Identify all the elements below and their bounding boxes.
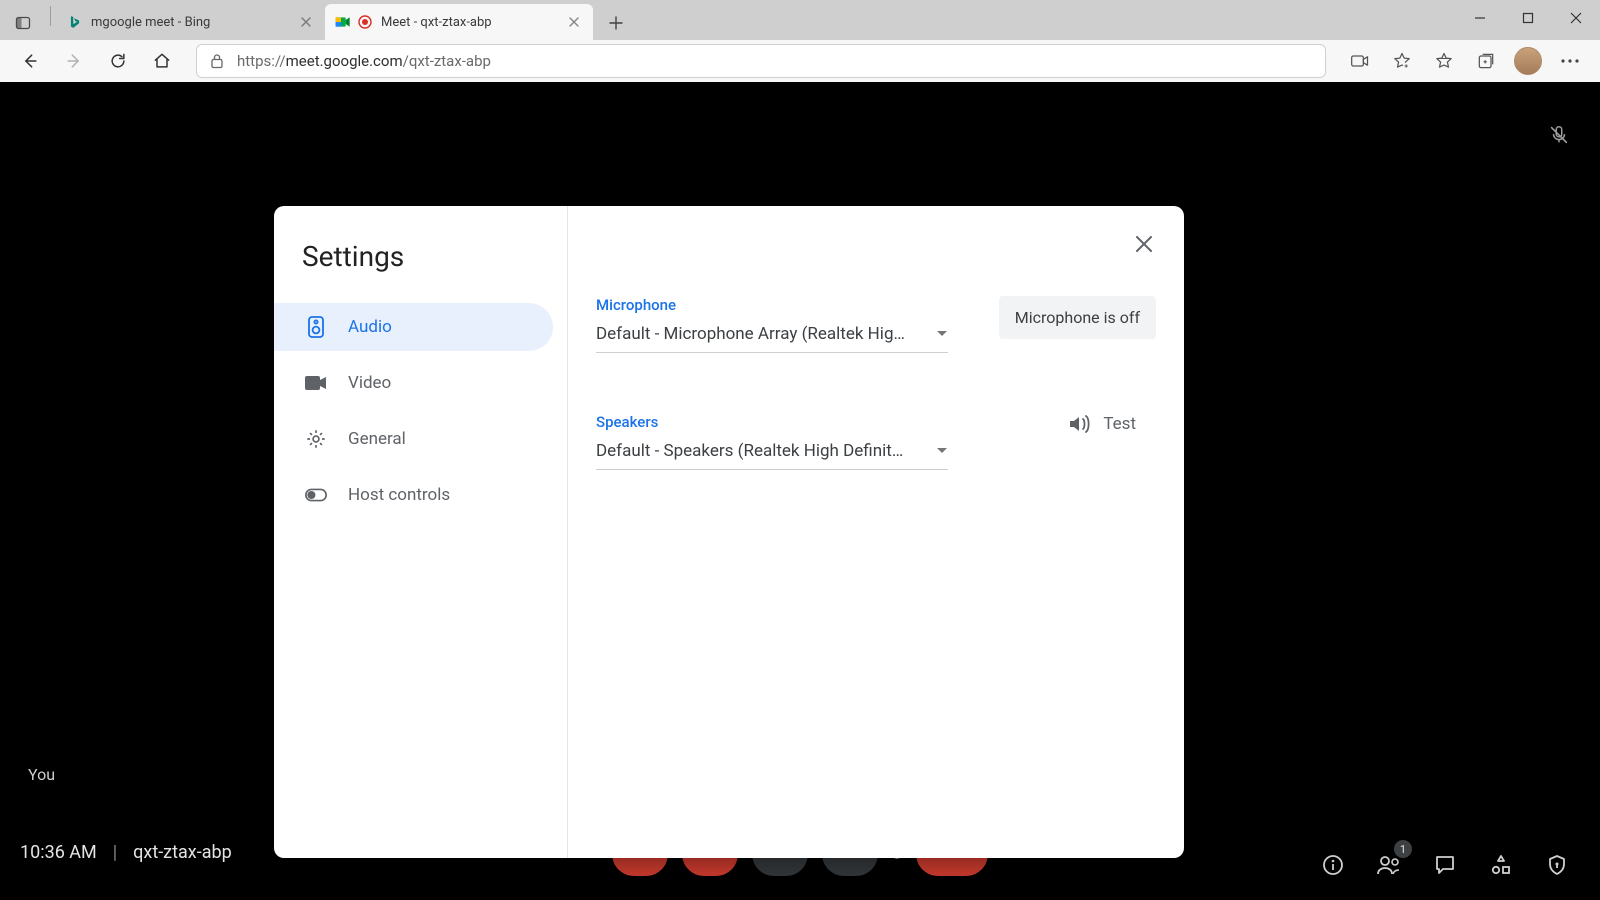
speakers-value: Default - Speakers (Realtek High Definit… [596, 441, 906, 461]
microphone-value: Default - Microphone Array (Realtek High… [596, 324, 906, 344]
microphone-status-chip: Microphone is off [999, 296, 1156, 339]
time-and-room: 10:36 AM | qxt-ztax-abp [20, 842, 232, 863]
forward-button[interactable] [54, 41, 94, 81]
people-button[interactable]: 1 [1376, 852, 1402, 878]
tab-meet[interactable]: Meet - qxt-ztax-abp [325, 4, 593, 40]
close-window-button[interactable] [1552, 0, 1600, 36]
people-count-badge: 1 [1394, 840, 1412, 858]
url-host: meet.google.com [286, 52, 403, 70]
close-dialog-button[interactable] [1124, 224, 1164, 264]
nav-label: Video [348, 373, 391, 393]
meet-page: You 10:36 AM | qxt-ztax-abp 1 [0, 82, 1600, 900]
address-bar[interactable]: https://meet.google.com/qxt-ztax-abp [196, 44, 1326, 78]
settings-sidebar: Settings Audio Video [274, 206, 568, 858]
microphone-dropdown[interactable]: Default - Microphone Array (Realtek High… [596, 324, 948, 353]
close-tab-button[interactable] [565, 13, 583, 31]
separator: | [113, 842, 117, 863]
host-controls-button[interactable] [1544, 852, 1570, 878]
profile-avatar[interactable] [1508, 41, 1548, 81]
nav-item-video[interactable]: Video [274, 359, 553, 407]
activities-button[interactable] [1488, 852, 1514, 878]
tab-title: mgoogle meet - Bing [91, 15, 289, 30]
microphone-label: Microphone [596, 296, 948, 314]
settings-dialog: Settings Audio Video [274, 206, 1184, 858]
site-info-lock-icon[interactable] [207, 53, 227, 69]
chevron-down-icon [936, 330, 948, 338]
nav-item-general[interactable]: General [274, 415, 553, 463]
settings-content: Microphone Default - Microphone Array (R… [568, 206, 1184, 858]
settings-title: Settings [274, 232, 567, 303]
videocam-icon [304, 371, 328, 395]
gear-icon [304, 427, 328, 451]
tab-strip: mgoogle meet - Bing Meet - qxt-ztax-abp [0, 0, 1600, 40]
back-button[interactable] [10, 41, 50, 81]
more-menu-button[interactable] [1550, 41, 1590, 81]
chat-button[interactable] [1432, 852, 1458, 878]
mic-muted-indicator-icon [1548, 124, 1570, 146]
camera-indicator-icon[interactable] [1340, 41, 1380, 81]
test-speakers-button[interactable]: Test [1067, 413, 1156, 435]
meeting-details-button[interactable] [1320, 852, 1346, 878]
toolbar-right-icons [1340, 41, 1590, 81]
new-tab-button[interactable] [599, 6, 633, 40]
volume-icon [1067, 413, 1091, 435]
meet-favicon-icon [335, 14, 351, 30]
microphone-section: Microphone Default - Microphone Array (R… [596, 296, 1156, 353]
test-label: Test [1103, 414, 1136, 434]
tab-manager-button[interactable] [6, 6, 40, 40]
nav-label: Audio [348, 317, 392, 337]
divider [50, 6, 51, 26]
speakers-label: Speakers [596, 413, 948, 431]
info-icons: 1 [1320, 852, 1570, 878]
chevron-down-icon [936, 447, 948, 455]
toggle-icon [304, 483, 328, 507]
favorite-star-icon[interactable] [1382, 41, 1422, 81]
refresh-button[interactable] [98, 41, 138, 81]
favorites-button[interactable] [1424, 41, 1464, 81]
close-tab-button[interactable] [297, 13, 315, 31]
nav-label: General [348, 429, 406, 449]
tab-title: Meet - qxt-ztax-abp [381, 15, 557, 30]
self-view-label: You [28, 765, 55, 784]
room-code: qxt-ztax-abp [133, 842, 232, 863]
url-path: /qxt-ztax-abp [403, 52, 491, 70]
speakers-dropdown[interactable]: Default - Speakers (Realtek High Definit… [596, 441, 948, 470]
maximize-button[interactable] [1504, 0, 1552, 36]
browser-chrome: mgoogle meet - Bing Meet - qxt-ztax-abp [0, 0, 1600, 82]
home-button[interactable] [142, 41, 182, 81]
window-controls [1456, 0, 1600, 36]
tab-bing[interactable]: mgoogle meet - Bing [57, 4, 325, 40]
url-scheme: https:// [237, 52, 286, 70]
minimize-button[interactable] [1456, 0, 1504, 36]
recording-indicator-icon [357, 14, 373, 30]
speaker-icon [304, 315, 328, 339]
settings-nav: Audio Video General [274, 303, 567, 519]
speakers-section: Speakers Default - Speakers (Realtek Hig… [596, 413, 1156, 470]
bing-favicon-icon [67, 14, 83, 30]
clock: 10:36 AM [20, 842, 97, 863]
nav-item-host-controls[interactable]: Host controls [274, 471, 553, 519]
toolbar: https://meet.google.com/qxt-ztax-abp [0, 40, 1600, 82]
nav-label: Host controls [348, 485, 450, 505]
collections-button[interactable] [1466, 41, 1506, 81]
nav-item-audio[interactable]: Audio [274, 303, 553, 351]
